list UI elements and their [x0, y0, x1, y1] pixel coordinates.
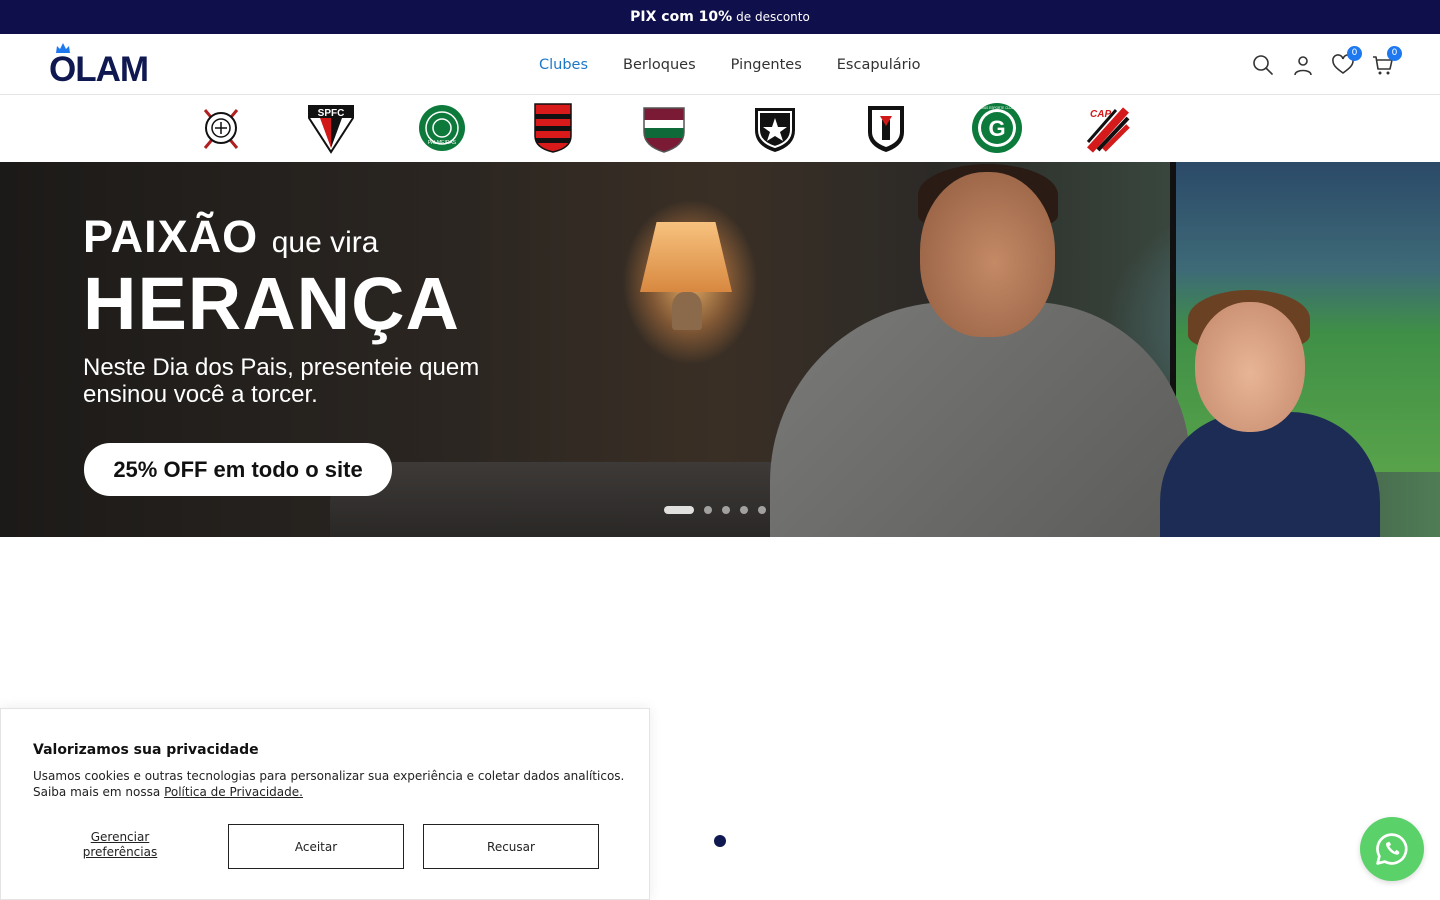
vasco-crest-icon: [868, 106, 904, 152]
club-flamengo[interactable]: [527, 102, 579, 154]
club-corinthians[interactable]: [195, 102, 247, 154]
manage-preferences-link[interactable]: Gerenciar preferências: [63, 830, 177, 860]
club-athletico[interactable]: CAP: [1082, 102, 1134, 154]
palmeiras-crest-icon: PALMEIRAS: [419, 105, 465, 151]
cookie-consent-banner: Valorizamos sua privacidade Usamos cooki…: [0, 708, 650, 900]
hero-title-line1: PAIXÃO que vira: [83, 212, 460, 268]
palmeiras-crest-text: PALMEIRAS: [428, 140, 457, 146]
nav-item-escapulario[interactable]: Escapulário: [837, 57, 921, 73]
club-palmeiras[interactable]: PALMEIRAS: [416, 102, 468, 154]
club-vasco[interactable]: [860, 102, 912, 154]
cart-count-badge: 0: [1387, 45, 1402, 61]
wishlist-count-badge: 0: [1347, 45, 1362, 61]
announcement-bar: PIX com 10% de desconto: [0, 0, 1440, 34]
cookie-text: Usamos cookies e outras tecnologias para…: [33, 768, 633, 800]
slide-dot-4[interactable]: [740, 506, 748, 514]
hero-slide-dots: [664, 506, 766, 514]
decline-button[interactable]: Recusar: [423, 824, 599, 869]
nav-item-pingentes[interactable]: Pingentes: [731, 57, 802, 73]
whatsapp-icon: [1376, 833, 1408, 865]
privacy-policy-link[interactable]: Política de Privacidade.: [164, 785, 303, 799]
cookie-title: Valorizamos sua privacidade: [33, 742, 259, 758]
spfc-crest-text: SPFC: [318, 108, 345, 119]
cookie-text-body: Usamos cookies e outras tecnologias para…: [33, 769, 625, 799]
user-icon: [1294, 55, 1312, 75]
whatsapp-button[interactable]: [1360, 817, 1424, 881]
brand-logo[interactable]: OLAM: [49, 43, 161, 87]
announcement-rest: de desconto: [736, 10, 810, 24]
hero-banner[interactable]: PAIXÃO que vira HERANÇA Neste Dia dos Pa…: [0, 162, 1440, 537]
hero-man-image: [770, 302, 1190, 537]
flamengo-crest-icon: [534, 103, 572, 153]
hero-lamp-image: [640, 222, 732, 292]
cart-button[interactable]: 0: [1372, 45, 1402, 76]
slide-dot-5[interactable]: [758, 506, 766, 514]
wishlist-button[interactable]: 0: [1332, 45, 1362, 76]
hero-title-big: HERANÇA: [83, 262, 460, 345]
main-nav: Clubes Berloques Pingentes Escapulário: [539, 34, 921, 95]
sao-paulo-crest-icon: SPFC: [308, 105, 354, 154]
site-header: OLAM Clubes Berloques Pingentes Escapulá…: [0, 34, 1440, 95]
svg-text:G: G: [988, 116, 1005, 141]
announcement-bold: PIX com 10%: [630, 9, 733, 25]
club-sao-paulo[interactable]: SPFC: [305, 102, 357, 154]
hero-cta-button[interactable]: 25% OFF em todo o site: [84, 443, 392, 496]
nav-item-clubes[interactable]: Clubes: [539, 57, 588, 73]
cap-crest-text: CAP: [1090, 109, 1111, 120]
goias-crest-icon: G GOIÁS ESPORTE CLUBE: [972, 103, 1022, 153]
corinthians-crest-icon: [203, 109, 239, 149]
hero-title-light: que vira: [271, 226, 379, 259]
club-goias[interactable]: G GOIÁS ESPORTE CLUBE: [971, 102, 1023, 154]
header-icons: 0 0: [1252, 34, 1402, 95]
search-icon: [1253, 54, 1273, 75]
hero-title: PAIXÃO que vira HERANÇA: [83, 212, 460, 345]
club-botafogo[interactable]: [749, 102, 801, 154]
nav-item-berloques[interactable]: Berloques: [623, 57, 696, 73]
botafogo-crest-icon: [755, 108, 795, 152]
hero-kid-head: [1195, 302, 1305, 432]
slide-dot-3[interactable]: [722, 506, 730, 514]
athletico-crest-icon: CAP: [1086, 107, 1130, 153]
hero-subtitle: Neste Dia dos Pais, presenteie quem ensi…: [83, 354, 480, 408]
loading-indicator: [714, 835, 726, 847]
fluminense-crest-icon: [643, 107, 685, 153]
logo-text: OLAM: [49, 50, 149, 89]
slide-dot-2[interactable]: [704, 506, 712, 514]
club-fluminense[interactable]: [638, 102, 690, 154]
goias-crest-text: GOIÁS ESPORTE CLUBE: [978, 106, 1016, 110]
accept-button[interactable]: Aceitar: [228, 824, 404, 869]
hero-lamp-base: [672, 292, 702, 330]
hero-title-bold: PAIXÃO: [83, 211, 259, 262]
club-crests-row: SPFC PALMEIRAS G GOIÁS ESPORTE CLUBE CAP: [0, 95, 1440, 162]
slide-dot-1[interactable]: [664, 506, 694, 514]
account-button[interactable]: [1292, 54, 1314, 76]
search-button[interactable]: [1252, 54, 1274, 76]
hero-man-head: [920, 172, 1055, 337]
